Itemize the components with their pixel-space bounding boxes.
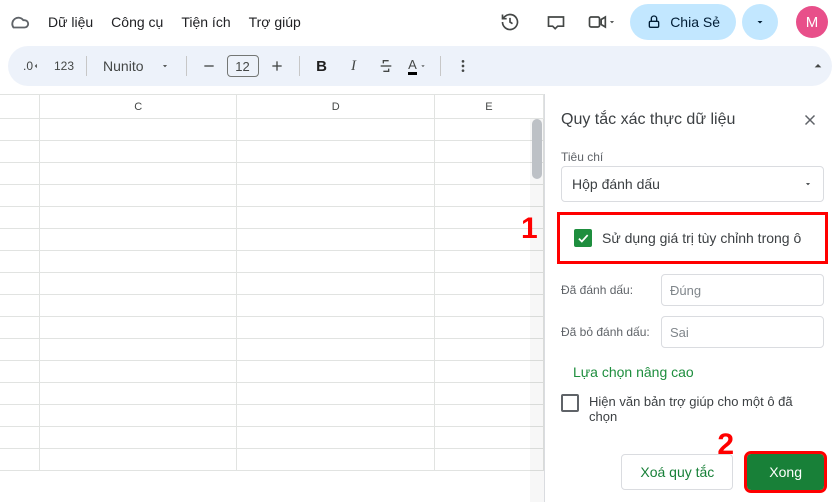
- cells-grid[interactable]: [40, 119, 544, 471]
- text-color-button[interactable]: A: [404, 52, 432, 80]
- meet-icon[interactable]: [584, 4, 620, 40]
- criteria-value: Hộp đánh dấu: [572, 176, 660, 192]
- comments-icon[interactable]: [538, 4, 574, 40]
- format-number-button[interactable]: 123: [50, 52, 78, 80]
- font-name-label: Nunito: [103, 58, 143, 74]
- share-dropdown[interactable]: [742, 4, 778, 40]
- menu-data[interactable]: Dữ liệu: [40, 8, 101, 36]
- use-custom-values-checkbox[interactable]: [574, 229, 592, 247]
- chevron-down-icon: [160, 61, 170, 71]
- column-headers: C D E: [0, 95, 544, 119]
- more-toolbar-button[interactable]: [449, 52, 477, 80]
- show-help-text-checkbox[interactable]: [561, 394, 579, 412]
- italic-button[interactable]: I: [340, 52, 368, 80]
- close-panel-button[interactable]: [796, 106, 824, 134]
- separator: [440, 56, 441, 76]
- main-content: C D E: [0, 94, 840, 502]
- separator: [86, 56, 87, 76]
- menu-help[interactable]: Trợ giúp: [241, 8, 309, 36]
- col-header[interactable]: E: [435, 95, 544, 118]
- menu-bar: Dữ liệu Công cụ Tiện ích Trợ giúp: [40, 8, 309, 36]
- unchecked-value-input[interactable]: Sai: [661, 316, 824, 348]
- use-custom-values-label: Sử dụng giá trị tùy chỉnh trong ô: [602, 230, 801, 246]
- unchecked-label: Đã bỏ đánh dấu:: [561, 325, 653, 339]
- criteria-select[interactable]: Hộp đánh dấu: [561, 166, 824, 202]
- font-family-select[interactable]: Nunito: [95, 56, 177, 76]
- col-header[interactable]: C: [40, 95, 237, 118]
- show-help-text-label: Hiện văn bản trợ giúp cho một ô đã chọn: [589, 394, 824, 424]
- panel-title: Quy tắc xác thực dữ liệu: [561, 111, 735, 129]
- spreadsheet-area[interactable]: C D E: [0, 94, 544, 502]
- share-label: Chia Sẻ: [670, 14, 720, 30]
- criteria-label: Tiêu chí: [561, 150, 824, 164]
- decrease-decimal-button[interactable]: .0: [18, 52, 46, 80]
- font-size-decrease[interactable]: [195, 52, 223, 80]
- data-validation-panel: Quy tắc xác thực dữ liệu Tiêu chí Hộp đá…: [544, 94, 840, 502]
- menu-tools[interactable]: Công cụ: [103, 8, 171, 36]
- history-icon[interactable]: [492, 4, 528, 40]
- share-button[interactable]: Chia Sẻ: [630, 4, 736, 40]
- cloud-save-icon[interactable]: [8, 11, 30, 33]
- avatar[interactable]: M: [796, 6, 828, 38]
- row-headers: [0, 119, 40, 471]
- delete-rule-button[interactable]: Xoá quy tắc: [621, 454, 733, 490]
- separator: [299, 56, 300, 76]
- menu-extensions[interactable]: Tiện ích: [173, 8, 238, 36]
- chevron-down-icon: [803, 179, 813, 189]
- toolbar: .0 123 Nunito 12 B I A: [8, 46, 832, 86]
- collapse-toolbar-button[interactable]: [804, 52, 832, 80]
- scrollbar-thumb[interactable]: [532, 119, 542, 179]
- use-custom-values-row: Sử dụng giá trị tùy chỉnh trong ô: [557, 212, 828, 264]
- col-header[interactable]: D: [237, 95, 434, 118]
- advanced-options-link[interactable]: Lựa chọn nâng cao: [561, 358, 824, 382]
- font-size-increase[interactable]: [263, 52, 291, 80]
- strikethrough-button[interactable]: [372, 52, 400, 80]
- checked-value-input[interactable]: Đúng: [661, 274, 824, 306]
- separator: [186, 56, 187, 76]
- checked-label: Đã đánh dấu:: [561, 283, 653, 297]
- vertical-scrollbar[interactable]: [530, 119, 544, 502]
- done-button[interactable]: Xong: [747, 454, 824, 490]
- header-bar: Dữ liệu Công cụ Tiện ích Trợ giúp Chia S…: [0, 0, 840, 44]
- bold-button[interactable]: B: [308, 52, 336, 80]
- font-size-input[interactable]: 12: [227, 55, 259, 77]
